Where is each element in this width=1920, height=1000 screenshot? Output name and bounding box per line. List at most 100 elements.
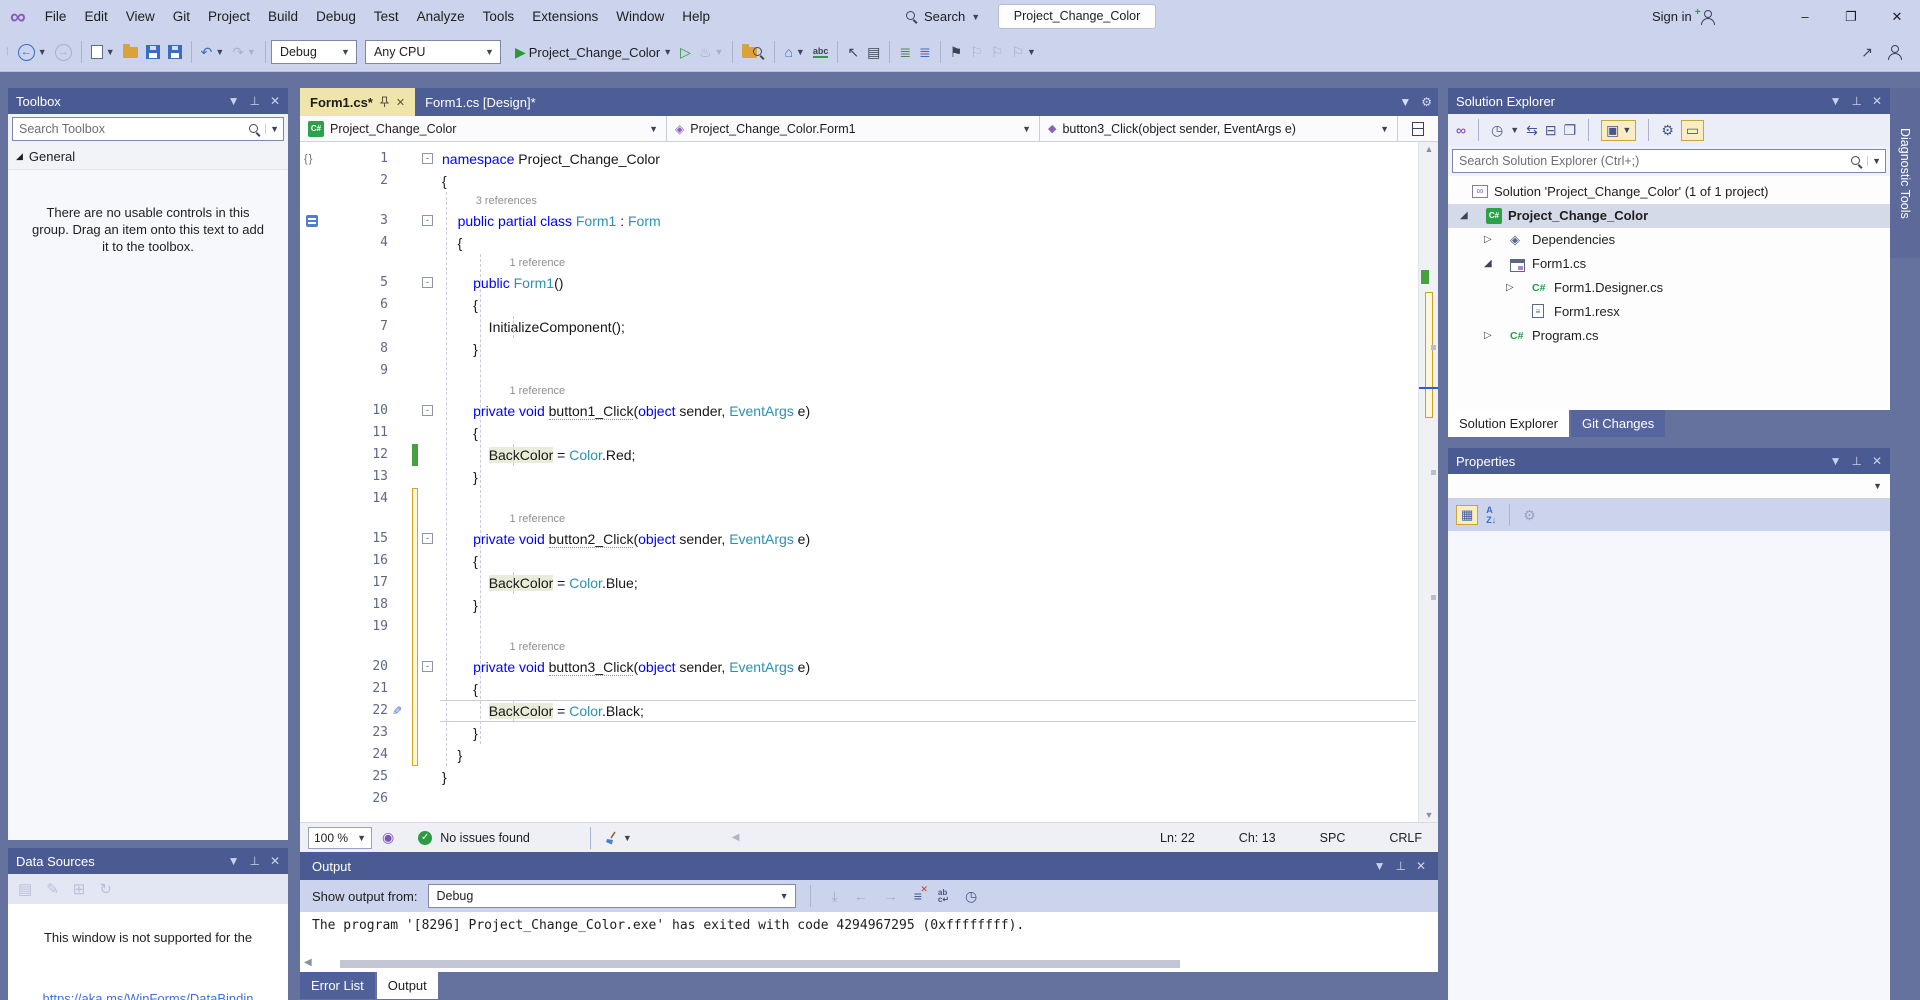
save-button[interactable] [142,45,164,59]
timestamp-icon[interactable]: ◷ [965,888,977,905]
chevron-down-icon[interactable]: ▼ [1830,448,1842,474]
code-line-15[interactable]: 15- private void button2_Click(object se… [300,528,1418,550]
data-sources-title-bar[interactable]: Data Sources ▼ ⊥ ✕ [8,848,288,874]
tree-item-form1-cs[interactable]: ◢Form1.cs [1448,252,1890,276]
alphabetical-sort-button[interactable]: AZ↓ [1486,505,1496,525]
properties-title-bar[interactable]: Properties ▼ ⊥ ✕ [1448,448,1890,474]
code-line-9[interactable]: 9 [300,360,1418,382]
menu-tools[interactable]: Tools [474,9,524,24]
preview-selected-items-button[interactable]: ▭ [1681,120,1704,141]
codelens-references-link[interactable]: 1 reference [509,513,565,525]
tab-output[interactable]: Output [377,972,438,999]
fold-collapse-icon[interactable]: - [422,215,433,226]
toolbox-search-input[interactable] [19,122,248,136]
sync-with-active-document-button[interactable]: ▣▼ [1601,120,1636,141]
chevron-down-icon[interactable]: ▼ [1830,88,1842,114]
codelens-references-link[interactable]: 1 reference [509,641,565,653]
find-in-files-button[interactable] [738,46,769,59]
select-element-button[interactable]: ↖ [843,44,863,61]
document-outline-button[interactable]: ▤ [863,44,884,61]
codelens-row[interactable]: 1 reference [300,382,1418,400]
menu-window[interactable]: Window [607,9,673,24]
code-line-19[interactable]: 19 [300,616,1418,638]
toggle-bookmark-button[interactable]: ⚑ [946,44,967,61]
feedback-button[interactable] [1883,45,1906,59]
chevron-down-icon[interactable]: ▼ [265,124,279,134]
toolbox-group-general[interactable]: ◢ General [8,144,288,170]
pin-icon[interactable]: ⊥ [249,848,259,874]
save-all-button[interactable] [164,45,186,59]
goto-message-icon[interactable]: ⤓ [832,888,838,905]
chevron-down-icon[interactable]: ▼ [228,88,240,114]
menu-build[interactable]: Build [259,9,307,24]
codelens-references-link[interactable]: 1 reference [509,385,565,397]
close-icon[interactable]: ✕ [1872,448,1882,474]
code-line-12[interactable]: 12 BackColor = Color.Red; [300,444,1418,466]
pin-icon[interactable] [380,96,389,108]
chevron-down-icon[interactable]: ▼ [1867,156,1881,166]
output-log[interactable]: The program '[8296] Project_Change_Color… [300,912,1438,955]
codelens-references-link[interactable]: 1 reference [509,257,565,269]
fold-collapse-icon[interactable]: - [422,533,433,544]
scroll-left-arrow-icon[interactable]: ◀ [304,957,312,968]
new-project-button[interactable]: ▼ [87,45,119,59]
tab-error-list[interactable]: Error List [300,972,375,999]
code-line-22[interactable]: 22✎ BackColor = Color.Black; [300,700,1418,722]
properties-object-select[interactable]: ▼ [1448,474,1890,499]
menu-file[interactable]: File [36,9,76,24]
code-line-24[interactable]: 24 } [300,744,1418,766]
output-source-select[interactable]: Debug▼ [428,884,796,908]
code-line-20[interactable]: 20- private void button3_Click(object se… [300,656,1418,678]
editor-health-icon[interactable]: ◉ [382,829,394,846]
restore-button[interactable]: ❐ [1828,0,1874,33]
redo-button[interactable]: ↷▼ [228,44,260,61]
fold-collapse-icon[interactable]: - [422,405,433,416]
line-ending-indicator[interactable]: CRLF [1389,831,1422,845]
code-line-25[interactable]: 25} [300,766,1418,788]
solution-explorer-search-input[interactable] [1459,154,1850,168]
breadcrumb-member[interactable]: ◆ button3_Click(object sender, EventArgs… [1040,116,1398,141]
start-debugging-button[interactable]: ▶Project_Change_Color▼ [511,44,676,61]
hscroll-left-arrow-icon[interactable]: ◀ [732,832,740,843]
code-line-18[interactable]: 18 } [300,594,1418,616]
code-line-2[interactable]: 2{ [300,170,1418,192]
codelens-row[interactable]: 1 reference [300,510,1418,528]
breadcrumb-type[interactable]: ◈ Project_Change_Color.Form1 ▼ [667,116,1040,141]
menu-edit[interactable]: Edit [75,9,116,24]
menu-analyze[interactable]: Analyze [408,9,474,24]
code-area[interactable]: { }1-namespace Project_Change_Color2{3 r… [300,142,1418,822]
code-line-13[interactable]: 13 } [300,466,1418,488]
categorized-view-button[interactable]: ▦ [1456,505,1478,525]
uncomment-selection-button[interactable]: ≣ [915,44,935,61]
output-title-bar[interactable]: Output ▼ ⊥ ✕ [300,852,1438,880]
undo-button[interactable]: ↶▼ [197,44,229,61]
diagnostic-tools-tab[interactable]: Diagnostic Tools [1890,88,1920,258]
code-line-14[interactable]: 14 [300,488,1418,510]
close-icon[interactable]: ✕ [396,96,405,109]
code-line-5[interactable]: 5- public Form1() [300,272,1418,294]
output-horizontal-scrollbar[interactable]: ◀ [300,955,1438,972]
scrollbar-thumb[interactable] [340,960,1180,968]
share-button[interactable]: ↗ [1857,44,1877,61]
sign-in-button[interactable]: Sign in + [1652,0,1715,33]
solution-platform-select[interactable]: Any CPU▼ [365,40,501,64]
code-line-10[interactable]: 10- private void button1_Click(object se… [300,400,1418,422]
start-without-debugging-button[interactable]: ▷ [676,44,695,61]
expanded-triangle-icon[interactable]: ◢ [1484,252,1492,276]
close-icon[interactable]: ✕ [270,848,280,874]
toolbar-drag-handle[interactable]: ⁞ [6,47,10,58]
scroll-down-arrow-icon[interactable]: ▼ [1419,810,1438,820]
tree-item-program-cs[interactable]: ▷C#Program.cs [1448,324,1890,348]
close-icon[interactable]: ✕ [1872,88,1882,114]
close-icon[interactable]: ✕ [270,88,280,114]
menu-debug[interactable]: Debug [307,9,365,24]
codelens-references-link[interactable]: 3 references [476,195,537,207]
code-line-8[interactable]: 8 } [300,338,1418,360]
code-line-26[interactable]: 26 [300,788,1418,810]
quick-search[interactable]: Search ▼ [905,0,980,33]
code-line-16[interactable]: 16 { [300,550,1418,572]
solution-configuration-select[interactable]: Debug▼ [271,40,357,64]
code-line-3[interactable]: 3- public partial class Form1 : Form [300,210,1418,232]
solution-explorer-title-bar[interactable]: Solution Explorer ▼ ⊥ ✕ [1448,88,1890,114]
expanded-triangle-icon[interactable]: ◢ [1460,204,1468,228]
